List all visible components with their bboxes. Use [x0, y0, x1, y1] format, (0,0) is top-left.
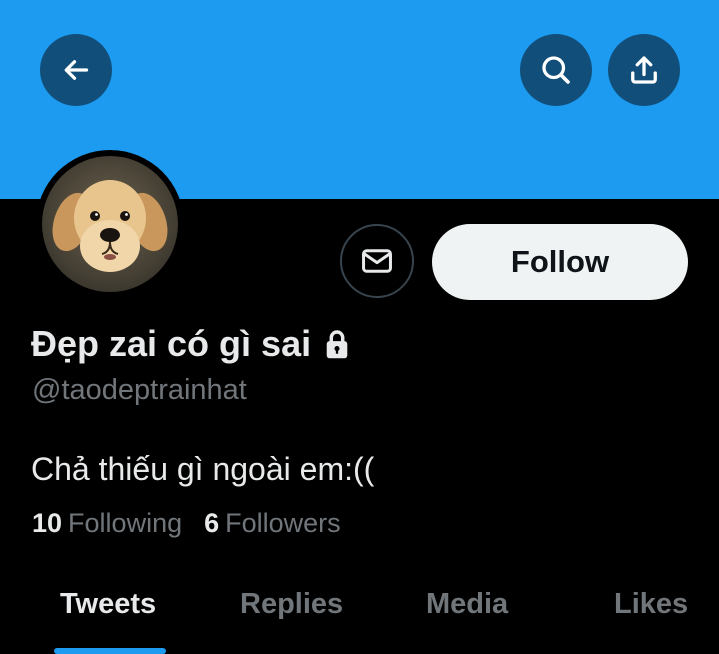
display-name: Đẹp zai có gì sai [31, 323, 351, 365]
followers-stat[interactable]: 6 Followers [204, 508, 341, 539]
tab-tweets[interactable]: Tweets [60, 588, 156, 621]
arrow-left-icon [64, 60, 89, 80]
followers-count: 6 [204, 508, 220, 538]
profile-handle: @taodeptrainhat [32, 374, 247, 406]
tab-likes[interactable]: Likes [614, 588, 688, 621]
following-count: 10 [32, 508, 63, 538]
envelope-icon [362, 249, 392, 273]
share-upload-icon [631, 56, 657, 84]
lock-icon [326, 330, 348, 359]
share-button[interactable] [608, 34, 680, 106]
profile-tabs: Tweets Replies Media Likes [0, 588, 719, 654]
avatar[interactable] [36, 150, 184, 298]
tab-replies[interactable]: Replies [240, 588, 343, 621]
profile-stats: 10 Following 6 Followers [32, 508, 363, 539]
following-label: Following [68, 508, 183, 538]
followers-label: Followers [225, 508, 341, 538]
active-tab-indicator [54, 648, 166, 654]
tab-media[interactable]: Media [426, 588, 508, 621]
search-icon [542, 56, 570, 84]
search-button[interactable] [520, 34, 592, 106]
back-button[interactable] [40, 34, 112, 106]
display-name-text: Đẹp zai có gì sai [31, 323, 312, 364]
follow-button[interactable]: Follow [432, 224, 688, 300]
avatar-puppy-image [42, 156, 178, 292]
following-stat[interactable]: 10 Following [32, 508, 182, 539]
profile-bio: Chả thiếu gì ngoài em:(( [31, 451, 375, 487]
message-button[interactable] [340, 224, 414, 298]
